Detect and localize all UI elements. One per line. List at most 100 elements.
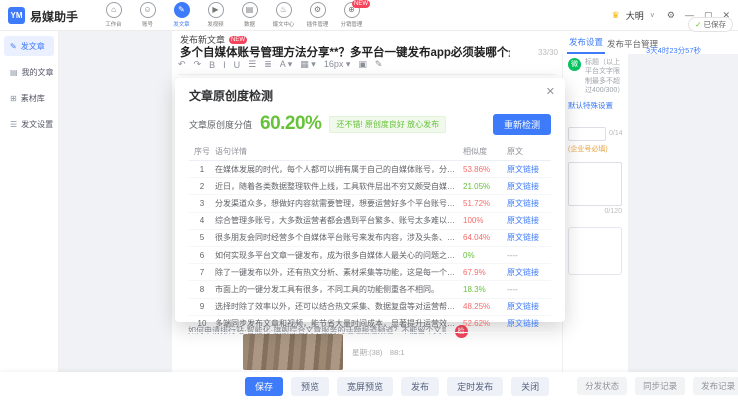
- side-material[interactable]: ⊞素材库: [4, 88, 54, 108]
- originality-check-modal: 文章原创度检测 ✕ 文章原创度分值 60.20% 还不错! 原创度良好 放心发布…: [175, 78, 565, 322]
- schedule-publish-button[interactable]: 定时发布: [447, 377, 503, 396]
- bold-icon[interactable]: B: [209, 60, 215, 70]
- row-number: 5: [189, 233, 215, 242]
- side-my-articles-label: 我的文章: [22, 67, 54, 78]
- recheck-button[interactable]: 重新检测: [493, 114, 551, 135]
- nav-plugin-icon: ⚙: [310, 2, 326, 18]
- nav-data-icon: ▤: [242, 2, 258, 18]
- sync-record-button[interactable]: 同步记录: [635, 377, 685, 395]
- table-row: 3分发渠道众多，想做好内容就需要管理，想要运营好多个平台账号，一键分发工具尤为重…: [189, 195, 551, 212]
- origin-link[interactable]: 原文链接: [507, 164, 551, 175]
- nav-workbench-label: 工作台: [101, 19, 125, 27]
- table-row: 4综合管理多账号，大多数运营者都会遇到平台繁多、账号太多难以管理、反复登录切换的…: [189, 213, 551, 230]
- nav-publish-article-label: 发文章: [169, 19, 193, 27]
- origin-link[interactable]: 原文链接: [507, 301, 551, 312]
- origin-link[interactable]: 原文链接: [507, 215, 551, 226]
- summary-textarea[interactable]: [568, 162, 622, 206]
- chevron-down-icon[interactable]: ∨: [650, 11, 655, 19]
- link-icon[interactable]: ✎: [375, 59, 383, 70]
- nav-accounts[interactable]: ☺账号: [134, 2, 161, 28]
- nav-plugin[interactable]: ⚙插件管理: [304, 2, 331, 28]
- row-sentence: 很多朋友会同时经营多个自媒体平台账号来发布内容，涉及头条、百家、企鹅、大鱼等平台…: [215, 232, 463, 243]
- publish-button[interactable]: 发布: [401, 377, 439, 396]
- settings-icon[interactable]: ⚙: [665, 10, 677, 21]
- row-number: 7: [189, 268, 215, 277]
- publish-record-button[interactable]: 发布记录: [693, 377, 738, 395]
- app-logo: YM: [8, 7, 25, 24]
- nav-workbench[interactable]: ⌂工作台: [100, 2, 127, 28]
- redo-icon[interactable]: ↷: [194, 59, 202, 70]
- table-row: 1在媒体发展的时代，每个人都可以拥有属于自己的自媒体账号，分享自己的创作内容。5…: [189, 161, 551, 178]
- image-icon[interactable]: ▣: [358, 59, 367, 70]
- distribute-status-button[interactable]: 分发状态: [577, 377, 627, 395]
- new-badge: NEW: [229, 36, 247, 44]
- row-similarity: 21.05%: [463, 182, 507, 191]
- side-publish-article-icon: ✎: [10, 42, 17, 51]
- row-similarity: 18.3%: [463, 285, 507, 294]
- table-row: 7除了一键发布以外，还有热文分析、素材采集等功能，这是每一个平台都需要对比分析的…: [189, 264, 551, 281]
- article-image[interactable]: [243, 334, 343, 370]
- row-number: 1: [189, 165, 215, 174]
- saved-status-chip: ✓ 已保存: [688, 17, 733, 32]
- origin-link[interactable]: 原文链接: [507, 267, 551, 278]
- check-icon: ✓: [695, 20, 701, 29]
- align-icon[interactable]: ☰: [248, 59, 256, 70]
- font-size-select[interactable]: 16px ▾: [324, 59, 351, 70]
- tab-publish-settings[interactable]: 发布设置: [567, 34, 605, 54]
- row-sentence: 综合管理多账号，大多数运营者都会遇到平台繁多、账号太多难以管理、反复登录切换的难…: [215, 215, 463, 226]
- origin-link[interactable]: 原文链接: [507, 181, 551, 192]
- row-number: 6: [189, 251, 215, 260]
- side-publish-settings-icon: ☰: [10, 120, 17, 129]
- header-similarity: 相似度: [463, 146, 507, 157]
- score-value: 60.20%: [260, 113, 321, 135]
- row-sentence: 在媒体发展的时代，每个人都可以拥有属于自己的自媒体账号，分享自己的创作内容。: [215, 164, 463, 175]
- row-number: 4: [189, 216, 215, 225]
- side-my-articles[interactable]: ▤我的文章: [4, 62, 54, 82]
- row-sentence: 选择时除了效率以外，还可以结合热文采集、数据复盘等对运营帮助更大的功能来挑选。: [215, 301, 463, 312]
- italic-icon[interactable]: I: [223, 60, 226, 70]
- nav-publish-article-icon: ✎: [174, 2, 190, 18]
- modal-title: 文章原创度检测: [189, 89, 273, 103]
- modal-close-icon[interactable]: ✕: [546, 85, 555, 98]
- row-similarity: 0%: [463, 251, 507, 260]
- origin-link[interactable]: 原文链接: [507, 232, 551, 243]
- nav-publish-article[interactable]: ✎发文章: [168, 2, 195, 28]
- highlight-icon[interactable]: ▦ ▾: [300, 59, 316, 70]
- font-color-icon[interactable]: A ▾: [280, 59, 293, 70]
- side-publish-settings[interactable]: ☰发文设置: [4, 114, 54, 134]
- table-row: 8市面上的一键分发工具有很多，不同工具的功能侧重各不相同。18.3%----: [189, 281, 551, 298]
- preview-button[interactable]: 预览: [291, 377, 329, 396]
- save-button[interactable]: 保存: [245, 377, 283, 396]
- title-char-counter: 33/30: [538, 48, 558, 57]
- nav-data[interactable]: ▤数据: [236, 2, 263, 28]
- new-badge: NEW: [352, 0, 370, 8]
- top-nav: ⌂工作台 ☺账号 ✎发文章 ▶发视频 ▤数据 ♨爆文中心 ⚙插件管理 ⊕分销管理NEW: [100, 2, 365, 28]
- underline-icon[interactable]: U: [234, 60, 241, 70]
- table-row: 5很多朋友会同时经营多个自媒体平台账号来发布内容，涉及头条、百家、企鹅、大鱼等平…: [189, 230, 551, 247]
- cover-upload-box[interactable]: [568, 227, 622, 275]
- nav-distribution[interactable]: ⊕分销管理NEW: [338, 2, 365, 28]
- row-number: 2: [189, 182, 215, 191]
- nav-hot-center-label: 爆文中心: [271, 19, 295, 27]
- short-title-input[interactable]: [568, 127, 606, 141]
- origin-link-empty: ----: [507, 251, 551, 260]
- origin-link[interactable]: 原文链接: [507, 198, 551, 209]
- left-sidebar: ✎发文章 ▤我的文章 ⊞素材库 ☰发文设置: [0, 30, 59, 372]
- nav-distribution-label: 分销管理: [339, 19, 363, 27]
- nav-hot-center[interactable]: ♨爆文中心: [270, 2, 297, 28]
- side-publish-article[interactable]: ✎发文章: [4, 36, 54, 56]
- list-icon[interactable]: ≣: [264, 59, 272, 70]
- username[interactable]: 大明: [626, 9, 644, 22]
- nav-publish-video[interactable]: ▶发视频: [202, 2, 229, 28]
- close-button[interactable]: 关闭: [511, 377, 549, 396]
- default-template-link[interactable]: 默认特殊设置: [568, 100, 624, 111]
- undo-icon[interactable]: ↶: [178, 59, 186, 70]
- table-row: 2近日，随着各类数据整理软件上线，工具软件层出不穷又颇受自媒体行业欢迎，对运营者…: [189, 178, 551, 195]
- article-title-input[interactable]: 多个自媒体账号管理方法分享**？多平台一键发布app必须装哪个最: [180, 44, 510, 60]
- origin-link[interactable]: 原文链接: [507, 318, 551, 329]
- score-label: 文章原创度分值: [189, 118, 252, 131]
- image-caption: 星期:(38) 88:1: [352, 347, 405, 358]
- widescreen-preview-button[interactable]: 宽屏预览: [337, 377, 393, 396]
- promo-countdown: 3天4时23分57秒: [646, 45, 701, 56]
- row-sentence: 如何实现多平台文章一键发布，成为很多自媒体人最关心的问题之一。: [215, 250, 463, 261]
